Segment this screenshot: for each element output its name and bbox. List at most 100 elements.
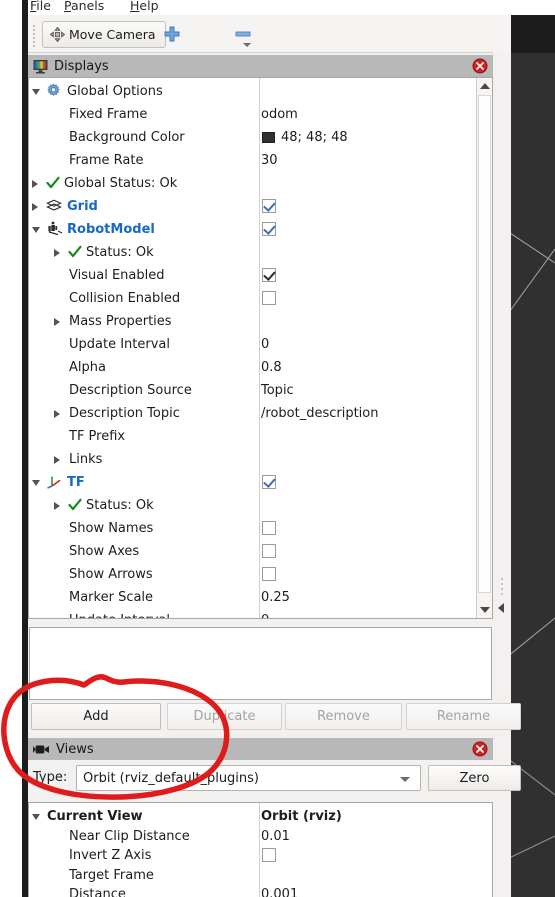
tree-row[interactable]: Grid (29, 195, 492, 218)
check-ok-icon (46, 176, 60, 189)
tree-row[interactable]: Show Arrows (29, 563, 492, 586)
robot-icon (48, 221, 63, 236)
window-outer-left (0, 0, 22, 897)
tree-row[interactable]: Update Interval 0 (29, 333, 492, 356)
add-button[interactable]: Add (31, 703, 161, 730)
move-camera-button[interactable]: Move Camera (42, 21, 166, 48)
minus-icon[interactable] (233, 25, 253, 43)
tree-row[interactable]: Distance 0.001 (29, 883, 492, 897)
tree-row[interactable]: Alpha 0.8 (29, 356, 492, 379)
expand-arrow-right-icon[interactable] (54, 456, 60, 464)
tree-row-checkbox[interactable] (262, 475, 276, 489)
remove-button[interactable]: Remove (285, 703, 402, 730)
color-swatch[interactable] (262, 132, 275, 143)
displays-scrollbar[interactable] (476, 78, 492, 618)
expand-arrow-right-icon[interactable] (32, 180, 38, 188)
tree-row-label: Links (69, 452, 103, 467)
toolbar: Move Camera (28, 15, 493, 53)
tree-row-label: Global Status: Ok (64, 176, 178, 191)
close-icon[interactable] (472, 58, 488, 74)
scrollbar-thumb[interactable] (478, 95, 491, 593)
expand-arrow-down-icon[interactable] (32, 227, 40, 233)
tree-row[interactable]: Marker Scale 0.25 (29, 586, 492, 609)
grid-icon (46, 199, 62, 211)
tree-row-value: 30 (261, 153, 278, 168)
tree-row-checkbox[interactable] (262, 521, 276, 535)
tree-row-label: Target Frame (69, 867, 154, 883)
tree-row[interactable]: Update Interval 0 (29, 609, 492, 618)
panel-splitter-grip[interactable] (250, 733, 270, 748)
expand-arrow-right-icon[interactable] (54, 249, 60, 257)
tree-row-checkbox[interactable] (262, 222, 276, 236)
tree-row[interactable]: Frame Rate 30 (29, 149, 492, 172)
expand-arrow-right-icon[interactable] (32, 203, 38, 211)
monitor-icon (33, 59, 48, 73)
tree-row-checkbox[interactable] (262, 291, 276, 305)
expand-arrow-right-icon[interactable] (54, 410, 60, 418)
duplicate-button[interactable]: Duplicate (167, 703, 282, 730)
tree-row[interactable]: Show Axes (29, 540, 492, 563)
collapse-arrow-icon[interactable] (498, 603, 504, 613)
views-tree[interactable]: Current View Orbit (rviz) Near Clip Distan… (28, 802, 493, 897)
tree-row-label: Show Arrows (69, 567, 153, 582)
tree-row-checkbox[interactable] (262, 567, 276, 581)
tree-row-checkbox[interactable] (262, 199, 276, 213)
tree-row[interactable]: Fixed Frame odom (29, 103, 492, 126)
expand-arrow-right-icon[interactable] (54, 502, 60, 510)
window-left-border (22, 0, 28, 897)
tree-row[interactable]: Description Topic/robot_description (29, 402, 492, 425)
tree-row[interactable]: Global Status: Ok (29, 172, 492, 195)
tree-row-label: Update Interval (69, 612, 170, 618)
tree-row-label: Grid (67, 199, 98, 214)
menu-panels[interactable]: Panels (64, 0, 104, 13)
view-type-select[interactable]: Orbit (rviz_default_plugins) (76, 765, 421, 791)
rename-button[interactable]: Rename (406, 703, 521, 730)
tree-row[interactable]: Mass Properties (29, 310, 492, 333)
tree-row-label: Status: Ok (86, 498, 154, 513)
tree-row-checkbox[interactable] (262, 268, 276, 282)
close-icon[interactable] (472, 741, 488, 757)
menu-panels-mnemonic: P (64, 0, 71, 13)
tree-row[interactable]: Global Options (29, 80, 492, 103)
displays-tree[interactable]: Global Options Fixed Frame odom Background … (28, 77, 493, 619)
menu-file-rest: ile (36, 0, 51, 13)
tree-row[interactable]: Collision Enabled (29, 287, 492, 310)
tree-row-checkbox[interactable] (262, 544, 276, 558)
plus-icon[interactable] (163, 25, 181, 43)
tree-row[interactable]: Background Color 48; 48; 48 (29, 126, 492, 149)
expand-arrow-down-icon[interactable] (32, 89, 40, 95)
scroll-up-arrow-icon[interactable] (480, 83, 490, 89)
menu-help[interactable]: Help (130, 0, 159, 13)
tree-row[interactable]: Status: Ok (29, 241, 492, 264)
check-ok-icon (68, 498, 82, 511)
expand-arrow-right-icon[interactable] (54, 318, 60, 326)
displays-button-row: Add Duplicate Remove Rename (28, 703, 521, 731)
expand-arrow-down-icon[interactable] (32, 814, 40, 820)
toolbar-drag-handle[interactable] (32, 23, 37, 47)
tree-row-value: 0.25 (261, 590, 290, 605)
tree-row[interactable]: TF Prefix (29, 425, 492, 448)
tree-row[interactable]: Show Names (29, 517, 492, 540)
tree-row-label: Description Topic (69, 406, 180, 421)
tree-row[interactable]: Visual Enabled (29, 264, 492, 287)
toolbar-right-filler (493, 15, 511, 53)
tree-row[interactable]: Links (29, 448, 492, 471)
menu-help-mnemonic: H (130, 0, 140, 13)
chevron-down-icon[interactable] (400, 777, 410, 782)
tree-row[interactable]: TF (29, 471, 492, 494)
expand-arrow-down-icon[interactable] (32, 480, 40, 486)
toolbar-overflow-chevron-down-icon[interactable] (243, 43, 251, 47)
tree-row-label: Distance (69, 887, 126, 897)
tree-row-label: Collision Enabled (69, 291, 181, 306)
tree-row-checkbox[interactable] (262, 848, 276, 862)
tree-row[interactable]: Description Source Topic (29, 379, 492, 402)
tree-row-label: Background Color (69, 130, 185, 145)
menubar: File Panels Help (0, 0, 555, 15)
zero-button[interactable]: Zero (428, 765, 521, 791)
tree-row[interactable]: RobotModel (29, 218, 492, 241)
scroll-down-arrow-icon[interactable] (480, 607, 490, 613)
tree-row[interactable]: Status: Ok (29, 494, 492, 517)
menu-help-rest: elp (139, 0, 159, 13)
view-type-label: Type: (33, 770, 68, 785)
menu-file[interactable]: File (30, 0, 51, 13)
